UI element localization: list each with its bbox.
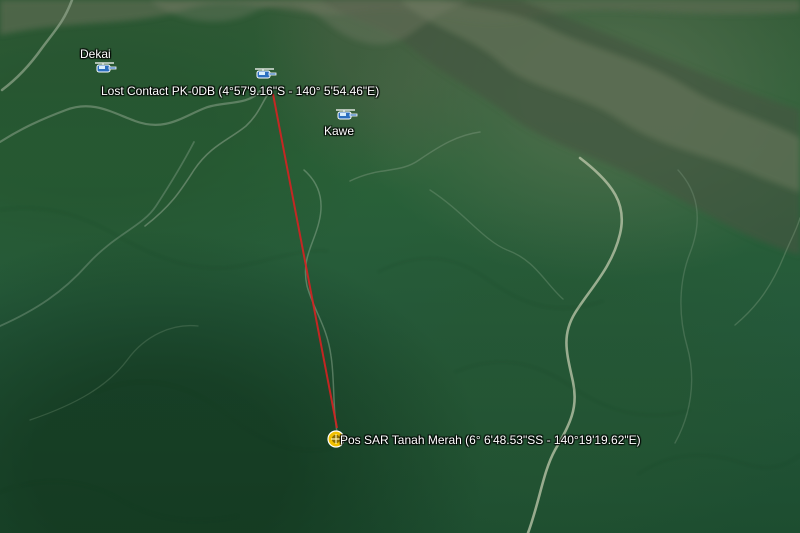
- terrain-layer: [0, 0, 800, 533]
- helicopter-icon[interactable]: [336, 109, 358, 123]
- satellite-map[interactable]: Dekai Lost Contact PK-0DB (4°57'9.16"S -…: [0, 0, 800, 533]
- place-label-sar-post: Pos SAR Tanah Merah (6° 6'48.53"SS - 140…: [340, 433, 641, 447]
- place-label-dekai: Dekai: [80, 47, 111, 61]
- route-line: [272, 93, 338, 429]
- helicopter-icon[interactable]: [255, 68, 277, 82]
- route: [272, 93, 338, 429]
- mountain-ridges: [0, 0, 800, 255]
- place-label-kawe: Kawe: [324, 124, 355, 138]
- forest-texture: [0, 207, 800, 522]
- place-label-lost-contact: Lost Contact PK-0DB (4°57'9.16"S - 140° …: [101, 84, 380, 98]
- helicopter-icon[interactable]: [95, 62, 117, 76]
